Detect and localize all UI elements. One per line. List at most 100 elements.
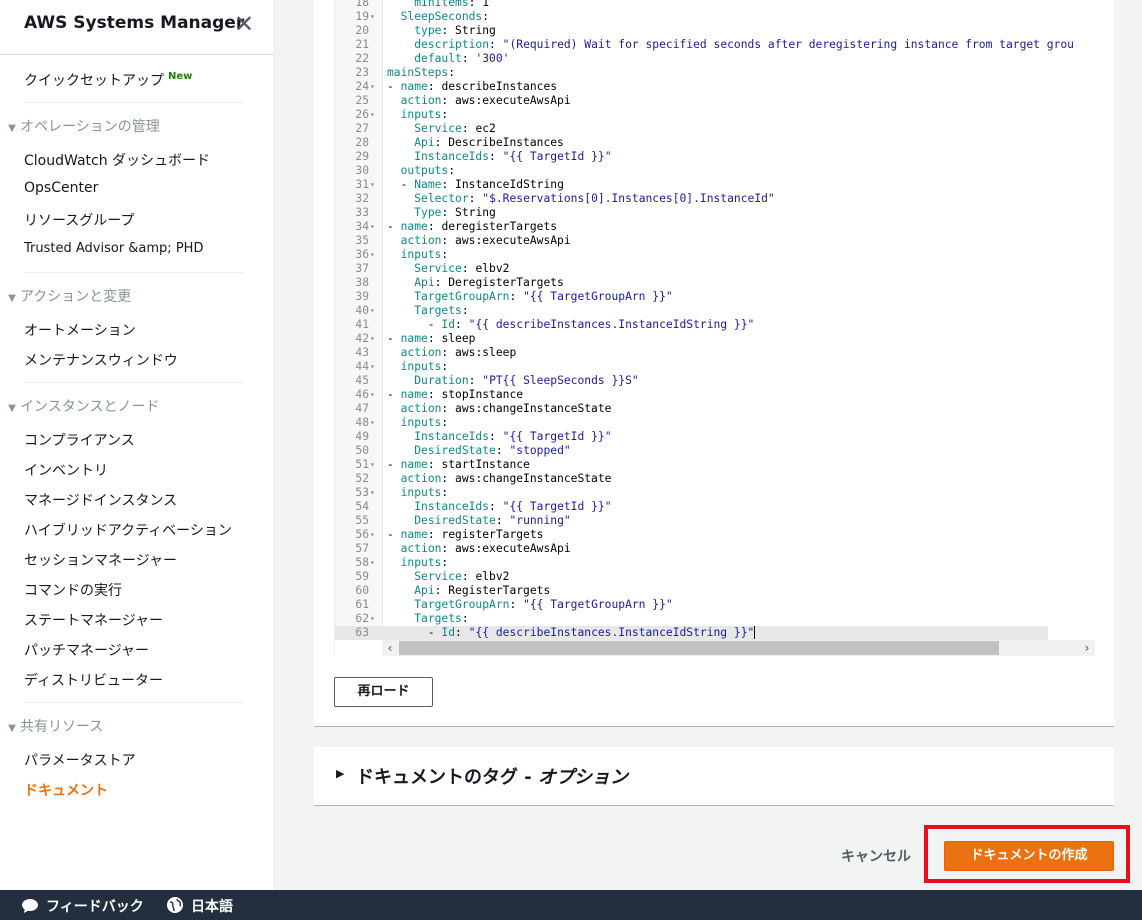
code-line[interactable]: 20 type: String bbox=[335, 24, 1048, 38]
code-line[interactable]: 44 ▾ inputs: bbox=[335, 360, 1048, 374]
sidebar-item-hybrid-activation[interactable]: ハイブリッドアクティベーション bbox=[24, 520, 232, 540]
code-line[interactable]: 31 ▾ - Name: InstanceIdString bbox=[335, 178, 1048, 192]
reload-button[interactable]: 再ロード bbox=[334, 677, 433, 707]
code-line[interactable]: 33 Type: String bbox=[335, 206, 1048, 220]
code-line[interactable]: 57 action: aws:executeAwsApi bbox=[335, 542, 1048, 556]
code-editor[interactable]: 18 minItems: 1 19 ▾ SleepSeconds: 20 type: … bbox=[334, 0, 1095, 656]
globe-icon bbox=[167, 897, 183, 913]
code-line[interactable]: 60 Api: RegisterTargets bbox=[335, 584, 1048, 598]
fold-toggle-icon[interactable]: ▾ bbox=[370, 108, 380, 122]
sidebar-item-inventory[interactable]: インベントリ bbox=[24, 460, 108, 480]
sidebar-item-documents[interactable]: ドキュメント bbox=[24, 780, 108, 800]
scroll-right-icon[interactable]: › bbox=[1079, 640, 1095, 656]
code-line[interactable]: 51 ▾ - name: startInstance bbox=[335, 458, 1048, 472]
scroll-left-icon[interactable]: ‹ bbox=[382, 640, 398, 656]
sidebar-item-cloudwatch[interactable]: CloudWatch ダッシュボード bbox=[24, 150, 210, 170]
code-line[interactable]: 24 ▾ - name: describeInstances bbox=[335, 80, 1048, 94]
code-line[interactable]: 58 ▾ inputs: bbox=[335, 556, 1048, 570]
code-line[interactable]: 32 Selector: "$.Reservations[0].Instance… bbox=[335, 192, 1048, 206]
code-line[interactable]: 28 Api: DescribeInstances bbox=[335, 136, 1048, 150]
code-line[interactable]: 49 InstanceIds: "{{ TargetId }}" bbox=[335, 430, 1048, 444]
sidebar-item-quick-setup[interactable]: クイックセットアップ New bbox=[24, 70, 192, 90]
code-line[interactable]: 23 mainSteps: bbox=[335, 66, 1048, 80]
line-number: 62 bbox=[355, 612, 369, 625]
sidebar-item-managed-instances[interactable]: マネージドインスタンス bbox=[24, 490, 177, 510]
code-line[interactable]: 40 ▾ Targets: bbox=[335, 304, 1048, 318]
code-line[interactable]: 19 ▾ SleepSeconds: bbox=[335, 10, 1048, 24]
code-line[interactable]: 43 action: aws:sleep bbox=[335, 346, 1048, 360]
sidebar-item-opscenter[interactable]: OpsCenter bbox=[24, 180, 98, 196]
create-document-button[interactable]: ドキュメントの作成 bbox=[944, 841, 1114, 871]
code-line[interactable]: 48 ▾ inputs: bbox=[335, 416, 1048, 430]
sidebar-item-compliance[interactable]: コンプライアンス bbox=[24, 430, 135, 450]
fold-toggle-icon[interactable]: ▾ bbox=[370, 332, 380, 346]
sidebar-item-trusted-advisor[interactable]: Trusted Advisor &amp; PHD bbox=[24, 241, 203, 256]
fold-toggle-icon[interactable]: ▾ bbox=[370, 486, 380, 500]
fold-toggle-icon[interactable]: ▾ bbox=[370, 10, 380, 24]
code-text: Api: DescribeInstances bbox=[414, 136, 564, 149]
code-line[interactable]: 56 ▾ - name: registerTargets bbox=[335, 528, 1048, 542]
code-line[interactable]: 27 Service: ec2 bbox=[335, 122, 1048, 136]
code-line[interactable]: 62 ▾ Targets: bbox=[335, 612, 1048, 626]
code-line[interactable]: 55 DesiredState: "running" bbox=[335, 514, 1048, 528]
fold-toggle-icon[interactable]: ▾ bbox=[370, 178, 380, 192]
section-operations[interactable]: ▼ オペレーションの管理 bbox=[4, 116, 160, 136]
code-line[interactable]: 47 action: aws:changeInstanceState bbox=[335, 402, 1048, 416]
fold-toggle-icon[interactable]: ▾ bbox=[370, 528, 380, 542]
code-line[interactable]: 37 Service: elbv2 bbox=[335, 262, 1048, 276]
fold-toggle-icon[interactable]: ▾ bbox=[370, 304, 380, 318]
code-line[interactable]: 53 ▾ inputs: bbox=[335, 486, 1048, 500]
code-text: - name: sleep bbox=[387, 332, 476, 345]
sidebar-item-automation[interactable]: オートメーション bbox=[24, 320, 136, 340]
fold-toggle-icon[interactable]: ▾ bbox=[370, 220, 380, 234]
code-line[interactable]: 59 Service: elbv2 bbox=[335, 570, 1048, 584]
fold-toggle-icon[interactable]: ▾ bbox=[370, 248, 380, 262]
sidebar-item-state-manager[interactable]: ステートマネージャー bbox=[24, 610, 163, 630]
cancel-button[interactable]: キャンセル bbox=[841, 846, 911, 866]
fold-toggle-icon[interactable]: ▾ bbox=[370, 612, 380, 626]
fold-toggle-icon[interactable]: ▾ bbox=[370, 458, 380, 472]
language-selector[interactable]: 日本語 bbox=[167, 896, 233, 916]
code-line[interactable]: 29 InstanceIds: "{{ TargetId }}" bbox=[335, 150, 1048, 164]
code-line[interactable]: 39 TargetGroupArn: "{{ TargetGroupArn }}… bbox=[335, 290, 1048, 304]
sidebar-item-maintenance[interactable]: メンテナンスウィンドウ bbox=[24, 350, 178, 370]
sidebar-item-distributor[interactable]: ディストリビューター bbox=[24, 670, 163, 690]
code-line[interactable]: 50 DesiredState: "stopped" bbox=[335, 444, 1048, 458]
section-actions[interactable]: ▼ アクションと変更 bbox=[4, 286, 131, 306]
code-line[interactable]: 18 minItems: 1 bbox=[335, 0, 1048, 10]
code-line[interactable]: 21 description: "(Required) Wait for spe… bbox=[335, 38, 1074, 52]
code-line[interactable]: 36 ▾ inputs: bbox=[335, 248, 1048, 262]
section-instances[interactable]: ▼ インスタンスとノード bbox=[4, 396, 159, 416]
sidebar-item-patch-manager[interactable]: パッチマネージャー bbox=[24, 640, 149, 660]
section-shared-resources[interactable]: ▼ 共有リソース bbox=[4, 716, 103, 736]
code-line[interactable]: 41 - Id: "{{ describeInstances.InstanceI… bbox=[335, 318, 1048, 332]
code-line[interactable]: 61 TargetGroupArn: "{{ TargetGroupArn }}… bbox=[335, 598, 1048, 612]
fold-toggle-icon[interactable]: ▾ bbox=[370, 388, 380, 402]
code-line[interactable]: 52 action: aws:changeInstanceState bbox=[335, 472, 1048, 486]
sidebar-item-resource-groups[interactable]: リソースグループ bbox=[24, 210, 134, 230]
code-line[interactable]: 25 action: aws:executeAwsApi bbox=[335, 94, 1048, 108]
document-tags-expander[interactable]: ▶ ドキュメントのタグ - オプション bbox=[314, 747, 1114, 806]
horizontal-scrollbar[interactable]: ‹ › bbox=[382, 640, 1095, 656]
fold-toggle-icon[interactable]: ▾ bbox=[370, 360, 380, 374]
code-line[interactable]: 35 action: aws:executeAwsApi bbox=[335, 234, 1048, 248]
close-icon[interactable]: ✕ bbox=[234, 12, 254, 36]
code-line[interactable]: 45 Duration: "PT{{ SleepSeconds }}S" bbox=[335, 374, 1048, 388]
sidebar-item-session-manager[interactable]: セッションマネージャー bbox=[24, 550, 177, 570]
code-line[interactable]: 38 Api: DeregisterTargets bbox=[335, 276, 1048, 290]
code-line[interactable]: 54 InstanceIds: "{{ TargetId }}" bbox=[335, 500, 1048, 514]
feedback-link[interactable]: フィードバック bbox=[22, 896, 144, 916]
scrollbar-thumb[interactable] bbox=[399, 641, 999, 655]
code-line[interactable]: 34 ▾ - name: deregisterTargets bbox=[335, 220, 1048, 234]
code-line[interactable]: 63 - Id: "{{ describeInstances.InstanceI… bbox=[335, 626, 1048, 640]
code-line[interactable]: 22 default: '300' bbox=[335, 52, 1048, 66]
code-line[interactable]: 42 ▾ - name: sleep bbox=[335, 332, 1048, 346]
fold-toggle-icon[interactable]: ▾ bbox=[370, 80, 380, 94]
sidebar-item-parameter-store[interactable]: パラメータストア bbox=[24, 750, 136, 770]
fold-toggle-icon[interactable]: ▾ bbox=[370, 416, 380, 430]
code-line[interactable]: 30 outputs: bbox=[335, 164, 1048, 178]
sidebar-item-run-command[interactable]: コマンドの実行 bbox=[24, 580, 122, 600]
code-line[interactable]: 26 ▾ inputs: bbox=[335, 108, 1048, 122]
fold-toggle-icon[interactable]: ▾ bbox=[370, 556, 380, 570]
code-line[interactable]: 46 ▾ - name: stopInstance bbox=[335, 388, 1048, 402]
